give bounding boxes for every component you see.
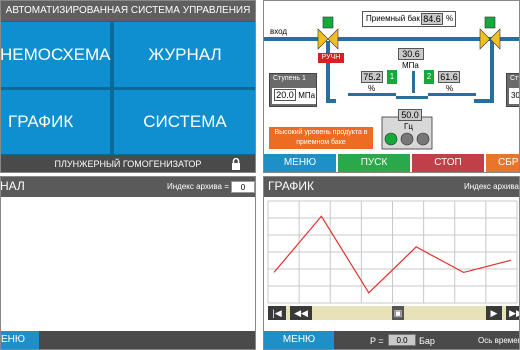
tile-mnemo-label: НЕМОСХЕМА <box>0 44 111 64</box>
stop-button[interactable]: СТОП <box>412 154 484 172</box>
pressure-label: P = <box>370 336 384 346</box>
left-percent-unit: % <box>368 84 376 93</box>
main-menu-grid: НЕМОСХЕМА ЖУРНАЛ ГРАФИК СИСТЕМА <box>0 21 255 155</box>
journal-archive-input[interactable]: 0 <box>231 181 255 193</box>
journal-menu-label: ЕНЮ <box>1 334 25 345</box>
journal-panel: НАЛ Индекс архива = 0 ЕНЮ <box>0 176 256 350</box>
skip-start-icon: |◀ <box>272 308 282 318</box>
inlet-label: вход <box>270 27 288 36</box>
graph-archive-label: Индекс архива <box>464 182 519 191</box>
tank-level-box: Приемный бак 84.6 % <box>362 11 456 27</box>
fast-forward-icon: ▶▶ <box>509 308 519 318</box>
tile-mnemo[interactable]: НЕМОСХЕМА <box>0 21 111 88</box>
frequency-unit: Гц <box>404 122 413 131</box>
scroll-bar[interactable]: |◀ ◀◀ ▣ ▶ ▶▶ <box>268 306 519 320</box>
trend-chart <box>264 197 519 307</box>
pump-status-green <box>384 132 398 146</box>
nav-forward-button[interactable]: ▶▶ <box>506 306 519 320</box>
tile-journal[interactable]: ЖУРНАЛ <box>113 21 255 88</box>
main-menu-title: АВТОМАТИЗИРОВАННАЯ СИСТЕМА УПРАВЛЕНИЯ <box>5 5 251 16</box>
journal-header: НАЛ Индекс архива = 0 <box>1 177 255 197</box>
stage2-value: 30. <box>511 91 520 100</box>
stage2-title: Ступ <box>510 75 519 82</box>
pump-status-grey-2 <box>416 132 430 146</box>
tank-label: Приемный бак <box>366 14 420 23</box>
nav-next-button[interactable]: ▶ <box>486 306 502 320</box>
tile-graph-label: ГРАФИК <box>8 112 74 131</box>
stage1-field[interactable]: 20.0 МПа <box>272 88 316 104</box>
journal-menu-button[interactable]: ЕНЮ <box>1 331 39 349</box>
stage2-field[interactable]: 30. <box>509 88 520 104</box>
main-menu-footer: ПЛУНЖЕРНЫЙ ГОМОГЕНИЗАТОР <box>1 155 255 172</box>
right-percent-unit: % <box>446 84 454 93</box>
stop-button-label: СТОП <box>434 157 462 168</box>
device-name: ПЛУНЖЕРНЫЙ ГОМОГЕНИЗАТОР <box>54 159 202 169</box>
main-menu-panel: АВТОМАТИЗИРОВАННАЯ СИСТЕМА УПРАВЛЕНИЯ НЕ… <box>0 0 256 173</box>
rewind-icon: ◀◀ <box>294 308 308 318</box>
main-menu-title-bar: АВТОМАТИЗИРОВАННАЯ СИСТЕМА УПРАВЛЕНИЯ <box>1 1 255 21</box>
alarm-text: Высокий уровень продукта в приемном баке <box>274 129 368 146</box>
pressure-unit: МПа <box>402 61 419 70</box>
scroll-thumb-icon: ▣ <box>393 308 403 318</box>
pressure-value: 30.6 <box>398 48 424 60</box>
tile-system-label: СИСТЕМА <box>143 112 227 131</box>
nav-first-button[interactable]: |◀ <box>268 306 286 320</box>
start-button-label: ПУСК <box>360 157 388 168</box>
graph-header: ГРАФИК Индекс архива <box>264 177 519 197</box>
journal-title: НАЛ <box>0 179 25 193</box>
lock-icon[interactable] <box>231 158 241 170</box>
nav-prev-button[interactable]: ◀◀ <box>290 306 312 320</box>
right-indicator: 2 <box>424 70 434 84</box>
journal-footer <box>1 331 255 349</box>
graph-pressure-value: 0.0 <box>388 334 416 346</box>
graph-menu-button[interactable]: МЕНЮ <box>264 331 334 349</box>
play-icon: ▶ <box>490 308 498 318</box>
manual-mode-label: РУЧН <box>321 54 341 61</box>
right-percent-value: 61.6 <box>438 71 460 83</box>
tile-system[interactable]: СИСТЕМА <box>113 89 255 155</box>
left-indicator: 1 <box>387 70 397 84</box>
graph-menu-label: МЕНЮ <box>282 334 316 345</box>
graph-panel: ГРАФИК Индекс архива |◀ ◀◀ ▣ ▶ ▶▶ МЕНЮ P… <box>263 176 520 350</box>
journal-archive-label: Индекс архива = <box>167 182 229 191</box>
stage1-title: Ступень 1 <box>273 75 306 82</box>
tank-level-unit: % <box>446 14 454 23</box>
tank-level-value: 84.6 <box>421 13 443 25</box>
time-axis-label: Ось времен <box>478 336 520 345</box>
pump-status-grey-1 <box>400 132 414 146</box>
pressure-unit-label: Бар <box>419 336 435 346</box>
tile-journal-label: ЖУРНАЛ <box>148 44 222 64</box>
left-percent-value: 75.2 <box>361 71 383 83</box>
graph-title: ГРАФИК <box>268 179 315 193</box>
alarm-message: Высокий уровень продукта в приемном баке <box>269 127 373 149</box>
menu-button-label: МЕНЮ <box>283 157 317 168</box>
nav-center-button[interactable]: ▣ <box>392 306 404 320</box>
start-button[interactable]: ПУСК <box>338 154 410 172</box>
reset-button[interactable]: СБР <box>486 154 519 172</box>
mnemo-panel: вход Приемный бак 84.6 % РУЧН 30.6 МПа С… <box>263 0 520 173</box>
frequency-value: 50.0 <box>398 109 422 121</box>
reset-button-label: СБР <box>498 157 519 168</box>
tile-graph[interactable]: ГРАФИК <box>1 89 111 155</box>
menu-button[interactable]: МЕНЮ <box>264 154 336 172</box>
stage2-box: Ступ 30. <box>506 73 520 107</box>
journal-list[interactable] <box>1 197 255 331</box>
manual-mode-badge[interactable]: РУЧН <box>318 53 344 63</box>
stage1-box: Ступень 1 20.0 МПа <box>269 73 317 107</box>
stage1-value: 20.0 <box>274 89 296 101</box>
stage1-unit: МПа <box>298 91 316 100</box>
